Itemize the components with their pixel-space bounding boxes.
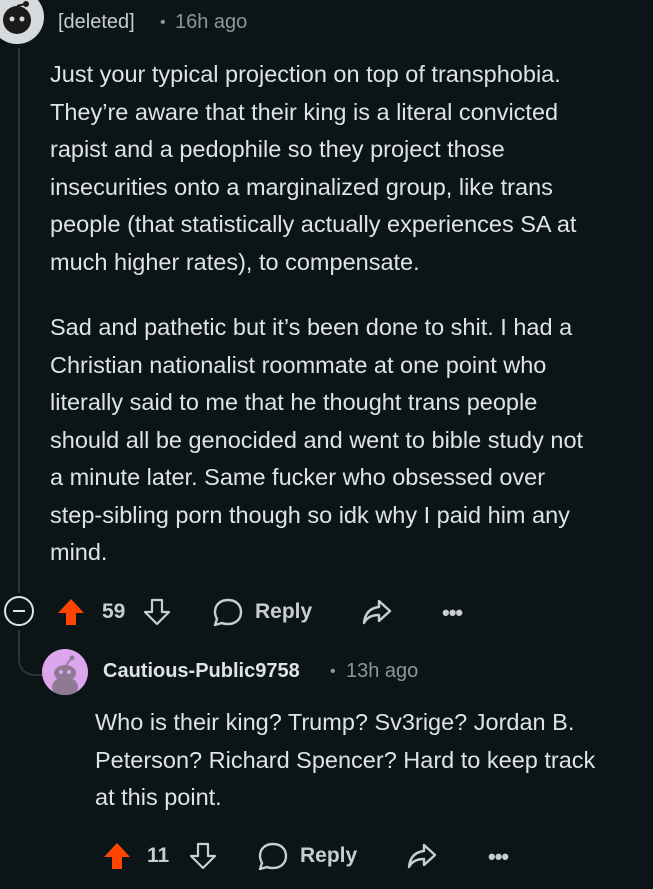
share-icon[interactable] [406, 841, 438, 871]
body-line: a minute later. Same fucker who obsessed… [50, 464, 546, 490]
body-line: They’re aware that their king is a liter… [50, 98, 559, 125]
comment-body: Just your typical projection on top of t… [50, 56, 650, 572]
reply-button[interactable]: Reply [255, 600, 312, 624]
body-line: Sad and pathetic but it’s been done to s… [50, 314, 573, 340]
user-avatar[interactable] [42, 649, 88, 695]
collapse-icon[interactable] [4, 596, 34, 626]
more-icon[interactable]: ••• [442, 600, 463, 626]
comment-author[interactable]: Cautious-Public9758 [103, 660, 300, 683]
body-line: Peterson? Richard Spencer? Hard to keep … [95, 746, 596, 773]
share-icon[interactable] [361, 597, 393, 627]
vote-count: 11 [147, 844, 170, 867]
body-line: at this point. [95, 784, 222, 810]
body-line: should all be genocided and went to bibl… [50, 426, 584, 453]
thread-line [18, 48, 20, 593]
comment-body: Who is their king? Trump? Sv3rige? Jorda… [95, 704, 650, 817]
comment-author[interactable]: [deleted] [58, 11, 135, 34]
reply-button[interactable]: Reply [300, 844, 357, 868]
downvote-icon[interactable] [188, 841, 218, 871]
reply-bubble-icon[interactable] [257, 840, 289, 872]
body-line: much higher rates), to compensate. [50, 248, 420, 275]
separator-dot: • [330, 663, 336, 680]
comment-timestamp[interactable]: 13h ago [346, 660, 418, 683]
upvote-icon[interactable] [102, 841, 132, 871]
body-line: Christian nationalist roommate at one po… [50, 351, 547, 378]
separator-dot: • [160, 14, 166, 31]
reply-connector [18, 630, 42, 676]
snoo-avatar-icon [52, 655, 78, 695]
body-line: Who is their king? Trump? Sv3rige? Jorda… [95, 709, 575, 735]
body-line: rapist and a pedophile so they project t… [50, 136, 505, 162]
deleted-user-avatar[interactable] [0, 0, 44, 44]
body-line: people (that statistically actually expe… [50, 211, 577, 237]
body-line: insecurities onto a marginalized group, … [50, 173, 553, 200]
body-line: literally said to me that he thought tra… [50, 389, 538, 415]
upvote-icon[interactable] [56, 597, 86, 627]
more-icon[interactable]: ••• [488, 844, 509, 870]
reply-bubble-icon[interactable] [212, 596, 244, 628]
vote-count: 59 [102, 600, 126, 623]
body-line: mind. [50, 539, 108, 565]
snoo-avatar-icon [3, 1, 31, 34]
body-line: step-sibling porn though so idk why I pa… [50, 501, 570, 528]
comment-timestamp[interactable]: 16h ago [175, 11, 247, 34]
body-line: Just your typical projection on top of t… [50, 61, 561, 87]
downvote-icon[interactable] [142, 597, 172, 627]
